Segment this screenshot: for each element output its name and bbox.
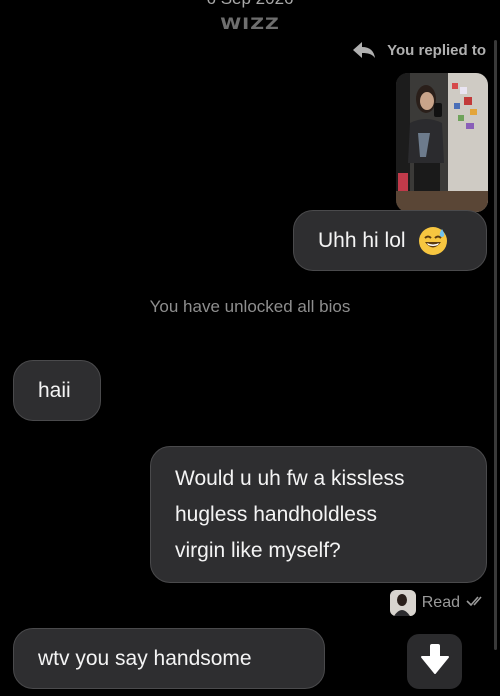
grinning-sweat-face-icon (418, 226, 448, 256)
scrollbar[interactable] (494, 40, 497, 650)
arrow-down-icon (420, 642, 450, 681)
reply-arrow-icon (351, 40, 377, 60)
message-bubble-incoming[interactable]: haii (13, 360, 101, 421)
avatar (389, 590, 416, 616)
message-text: haii (38, 378, 71, 402)
system-message: You have unlocked all bios (149, 297, 351, 316)
message-line: virgin like myself? (175, 539, 341, 562)
message-bubble-incoming[interactable]: wtv you say handsome (13, 628, 325, 689)
message-line: Would u uh fw a kissless (175, 467, 405, 490)
replied-indicator: You replied to (351, 40, 486, 60)
scroll-to-bottom-button[interactable] (407, 634, 462, 689)
read-receipt: Read (389, 590, 486, 616)
replied-photo-thumbnail[interactable] (396, 73, 488, 212)
message-text: Uhh hi lol (318, 228, 406, 252)
message-line: hugless handholdless (175, 503, 377, 526)
replied-label: You replied to (387, 41, 486, 59)
read-label: Read (421, 594, 460, 611)
wizz-logo: WIZZ (220, 14, 280, 34)
double-check-icon (466, 594, 486, 613)
message-bubble-outgoing[interactable]: Would u uh fw a kissless hugless handhol… (150, 446, 487, 583)
message-text: wtv you say handsome (38, 646, 252, 670)
message-bubble-outgoing[interactable]: Uhh hi lol (293, 210, 487, 271)
date-header: 6 Sep 2026 (0, 0, 500, 9)
